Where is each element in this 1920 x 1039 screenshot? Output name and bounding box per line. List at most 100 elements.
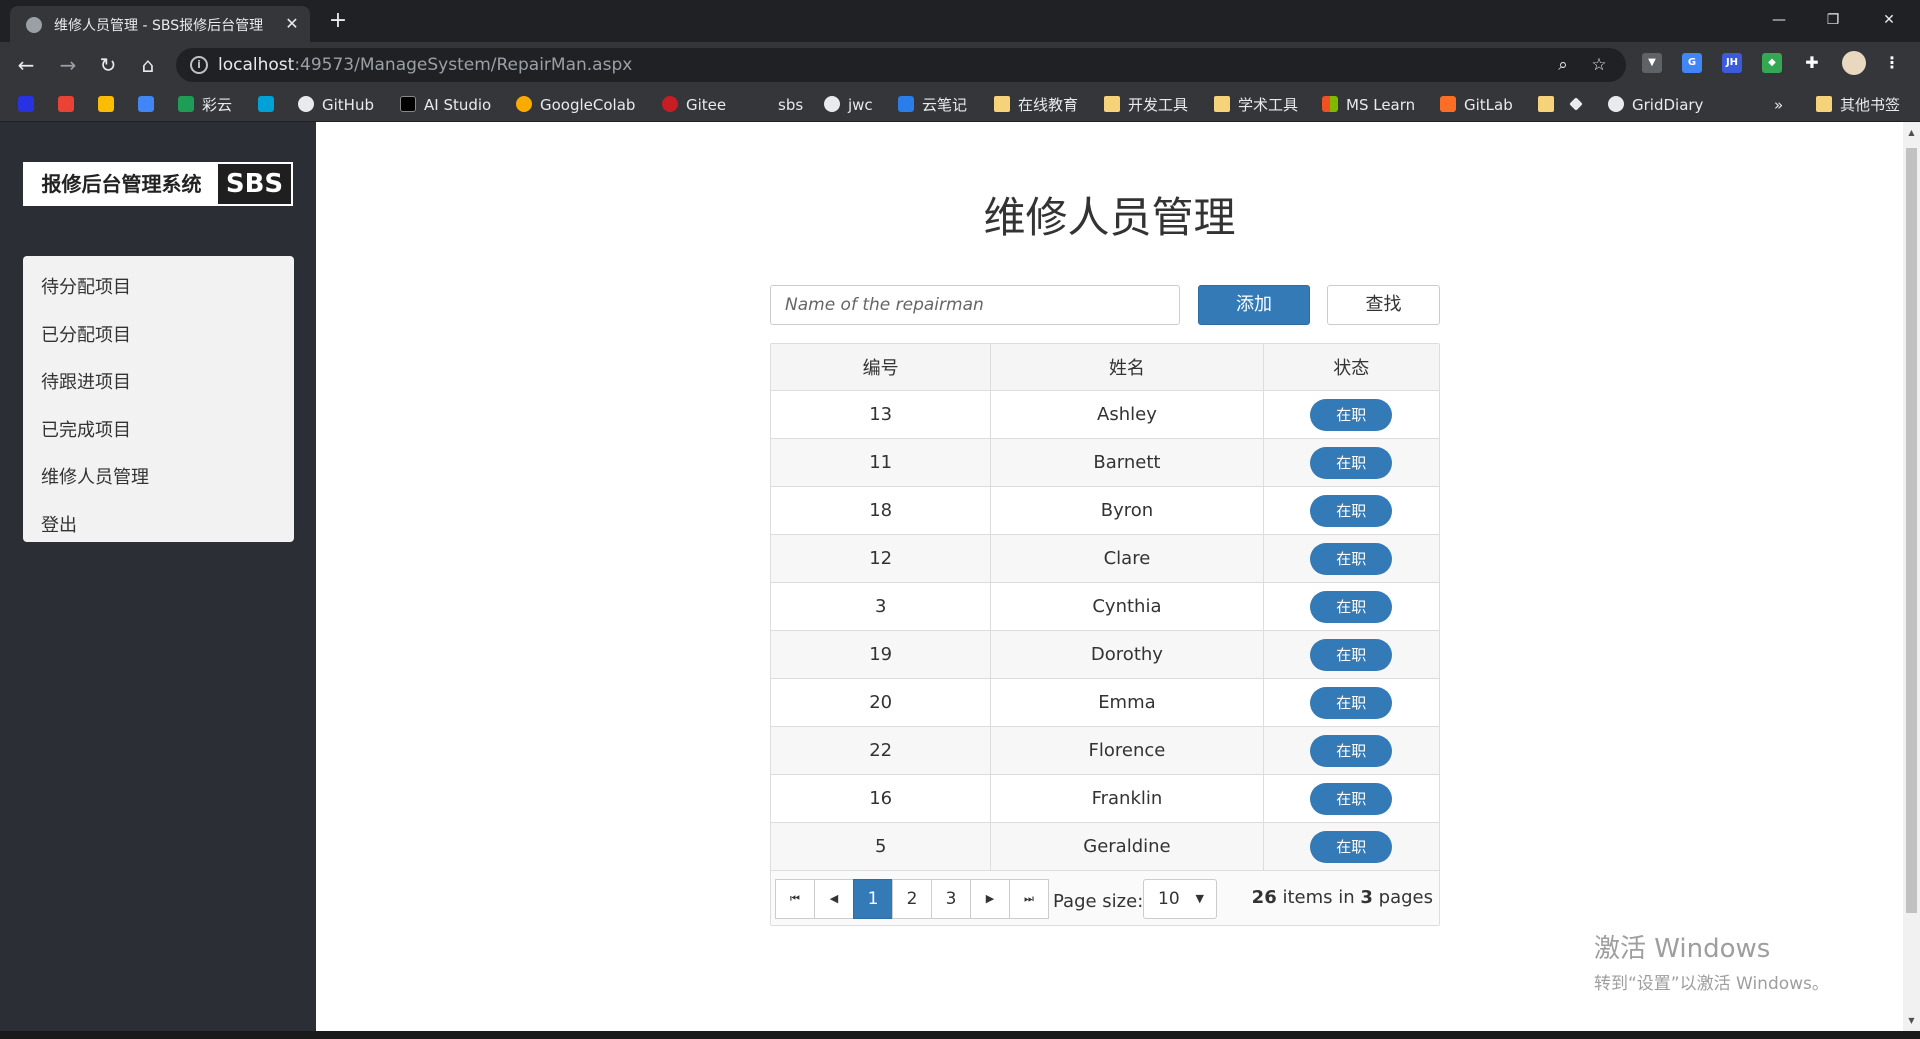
table-row[interactable]: 22 Florence 在职 (771, 727, 1439, 775)
bookmark-drive-icon[interactable] (98, 94, 122, 116)
table-row[interactable]: 16 Franklin 在职 (771, 775, 1439, 823)
bookmark-gitlab[interactable]: GitLab (1440, 94, 1513, 116)
page-3-button[interactable]: 3 (931, 879, 971, 919)
sidebar-item-logout[interactable]: 登出 (23, 502, 294, 550)
table-row[interactable]: 11 Barnett 在职 (771, 439, 1439, 487)
status-badge[interactable]: 在职 (1310, 398, 1393, 431)
profile-avatar[interactable] (1842, 51, 1866, 75)
sidebar-item-repairmen[interactable]: 维修人员管理 (23, 454, 294, 502)
table-row[interactable]: 12 Clare 在职 (771, 535, 1439, 583)
browser-tab[interactable]: 维修人员管理 - SBS报修后台管理 ✕ (10, 6, 310, 42)
jh-extension-icon[interactable]: JH (1722, 53, 1742, 73)
bookmark-folder-unnamed[interactable] (1538, 94, 1562, 116)
bookmark-label: sbs (778, 96, 804, 114)
status-badge[interactable]: 在职 (1310, 542, 1393, 575)
search-input[interactable] (770, 285, 1180, 325)
next-page-button[interactable]: ▶ (970, 879, 1010, 919)
bookmark-griddiary[interactable]: GridDiary (1608, 94, 1703, 116)
extensions-puzzle-icon[interactable]: ✚ (1802, 53, 1822, 73)
page-scrollbar[interactable]: ▲ ▼ (1903, 122, 1920, 1031)
bookmark-folder-kaifagongju[interactable]: 开发工具 (1104, 94, 1188, 116)
table-row[interactable]: 3 Cynthia 在职 (771, 583, 1439, 631)
scroll-thumb[interactable] (1906, 148, 1917, 913)
bookmark-ai-studio[interactable]: AI Studio (400, 94, 491, 116)
new-tab-button[interactable]: + (326, 10, 350, 34)
status-badge[interactable]: 在职 (1310, 494, 1393, 527)
more-bookmarks-button[interactable]: » (1774, 94, 1783, 116)
bookmark-googlecolab[interactable]: GoogleColab (516, 94, 635, 116)
translate-extension-icon[interactable]: G (1682, 53, 1702, 73)
bookmark-folder-xueshugongju[interactable]: 学术工具 (1214, 94, 1298, 116)
minimize-button[interactable]: — (1756, 6, 1802, 34)
page-2-button[interactable]: 2 (892, 879, 932, 919)
status-badge[interactable]: 在职 (1310, 734, 1393, 767)
bookmark-baidu-icon[interactable] (18, 94, 42, 116)
table-row[interactable]: 5 Geraldine 在职 (771, 823, 1439, 871)
sidebar: 报修后台管理系统 SBS 待分配项目 已分配项目 待跟进项目 已完成项目 维修人… (0, 122, 316, 1031)
scroll-down-icon[interactable]: ▼ (1903, 1012, 1920, 1029)
zoom-icon[interactable]: ⌕ (1552, 54, 1574, 76)
bookmark-bilibili-icon[interactable] (258, 94, 282, 116)
bookmark-yunbiji[interactable]: 云笔记 (898, 94, 967, 116)
gitee-icon (662, 96, 678, 112)
back-arrow-icon[interactable]: ← (12, 51, 40, 79)
status-badge[interactable]: 在职 (1310, 830, 1393, 863)
bookmark-gitee[interactable]: Gitee (662, 94, 726, 116)
sidebar-item-follow-up[interactable]: 待跟进项目 (23, 359, 294, 407)
browser-menu-icon[interactable]: ⋮ (1882, 53, 1902, 73)
table-row[interactable]: 18 Byron 在职 (771, 487, 1439, 535)
bookmark-diamond-icon[interactable] (1568, 94, 1592, 116)
tab-close-icon[interactable]: ✕ (282, 14, 302, 34)
page-1-button[interactable]: 1 (853, 879, 893, 919)
bookmark-github[interactable]: GitHub (298, 94, 374, 116)
logo[interactable]: 报修后台管理系统 SBS (23, 162, 293, 206)
bookmark-ms-learn[interactable]: MS Learn (1322, 94, 1415, 116)
bookmark-label: 开发工具 (1128, 96, 1189, 114)
sidebar-item-pending-assignment[interactable]: 待分配项目 (23, 264, 294, 312)
status-badge[interactable]: 在职 (1310, 590, 1393, 623)
first-page-button[interactable]: ⏮ (775, 879, 815, 919)
reload-icon[interactable]: ↻ (94, 51, 122, 79)
cell-status: 在职 (1264, 487, 1439, 534)
bookmark-translate-icon[interactable] (138, 94, 162, 116)
status-badge[interactable]: 在职 (1310, 638, 1393, 671)
status-badge[interactable]: 在职 (1310, 446, 1393, 479)
address-url[interactable]: localhost:49573/ManageSystem/RepairMan.a… (218, 55, 632, 75)
colorful-extension-icon[interactable]: ◆ (1762, 53, 1782, 73)
status-badge[interactable]: 在职 (1310, 782, 1393, 815)
download-extension-icon[interactable]: ▼ (1642, 53, 1662, 73)
bookmark-caiyun[interactable]: 彩云 (178, 94, 232, 116)
add-button[interactable]: 添加 (1198, 285, 1310, 325)
home-icon[interactable]: ⌂ (134, 51, 162, 79)
bookmark-folder-other[interactable]: 其他书签 (1816, 94, 1900, 116)
sidebar-item-completed[interactable]: 已完成项目 (23, 407, 294, 455)
column-header-id[interactable]: 编号 (771, 344, 992, 390)
bookmark-gmail-icon[interactable] (58, 94, 82, 116)
column-header-name[interactable]: 姓名 (991, 344, 1264, 390)
column-header-status[interactable]: 状态 (1264, 344, 1439, 390)
bookmark-folder-zaixianjiaoyu[interactable]: 在线教育 (994, 94, 1078, 116)
repairmen-table: 编号 姓名 状态 13 Ashley 在职 11 Barnett 在职 18 B… (770, 343, 1440, 926)
restore-button[interactable]: ❐ (1810, 6, 1856, 34)
scroll-up-icon[interactable]: ▲ (1903, 124, 1920, 141)
sidebar-item-assigned[interactable]: 已分配项目 (23, 312, 294, 360)
prev-page-button[interactable]: ◀ (814, 879, 854, 919)
table-row[interactable]: 20 Emma 在职 (771, 679, 1439, 727)
window-close-button[interactable]: ✕ (1866, 6, 1912, 34)
page-size-select[interactable]: 10 ▼ (1143, 879, 1217, 919)
address-bar[interactable]: i localhost:49573/ManageSystem/RepairMan… (176, 48, 1626, 82)
find-button[interactable]: 查找 (1327, 285, 1440, 325)
status-badge[interactable]: 在职 (1310, 686, 1393, 719)
forward-arrow-icon[interactable]: → (54, 51, 82, 79)
table-row[interactable]: 13 Ashley 在职 (771, 391, 1439, 439)
globe-icon (1608, 96, 1624, 112)
cell-status: 在职 (1264, 391, 1439, 438)
site-info-icon[interactable]: i (190, 56, 208, 74)
cell-name: Geraldine (991, 823, 1264, 870)
table-row[interactable]: 19 Dorothy 在职 (771, 631, 1439, 679)
bookmark-sbs[interactable]: sbs (754, 94, 803, 116)
last-page-button[interactable]: ⏭ (1009, 879, 1049, 919)
bookmark-star-icon[interactable]: ☆ (1588, 54, 1610, 76)
bookmark-jwc[interactable]: jwc (824, 94, 873, 116)
bookmark-label: Gitee (686, 96, 727, 114)
